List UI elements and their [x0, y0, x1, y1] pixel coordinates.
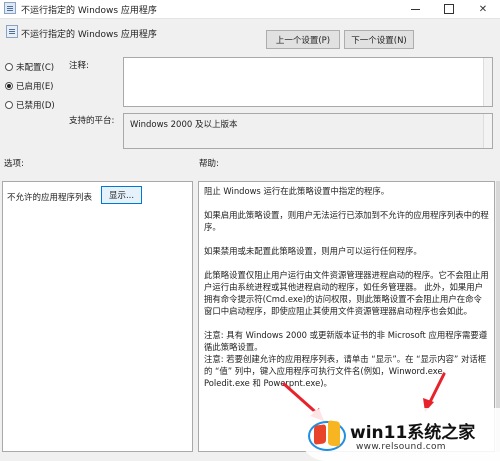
windows-logo-icon [308, 415, 346, 453]
help-paragraph: 如果禁用或未配置此策略设置，则用户可以运行任何程序。 [204, 246, 422, 256]
minimize-button[interactable] [398, 0, 432, 18]
show-button[interactable]: 显示... [101, 186, 142, 204]
policy-setting-icon [6, 25, 18, 38]
supported-platform-label: 支持的平台: [69, 116, 115, 126]
help-section-label: 帮助: [199, 159, 219, 169]
close-icon: ✕ [478, 3, 488, 15]
platform-text: Windows 2000 及以上版本 [130, 120, 238, 130]
site-watermark: win11系统之家 www.relsound.com [300, 408, 500, 461]
options-section-label: 选项: [4, 159, 24, 169]
help-paragraph: 阻止 Windows 运行在此策略设置中指定的程序。 [204, 186, 390, 196]
help-paragraph: 此策略设置仅阻止用户运行由文件资源管理器进程启动的程序。它不会阻止用户运行由系统… [204, 270, 489, 316]
radio-label: 已禁用(D) [16, 101, 55, 111]
radio-label: 未配置(C) [16, 63, 55, 73]
comment-label: 注释: [69, 61, 89, 71]
radio-circle [5, 101, 13, 109]
help-paragraph: 注意: 具有 Windows 2000 或更新版本证书的非 Microsoft … [204, 330, 488, 352]
comment-scrollbar[interactable] [483, 58, 492, 106]
window-title: 不运行指定的 Windows 应用程序 [21, 6, 157, 16]
watermark-url: www.relsound.com [356, 442, 446, 452]
minimize-icon [410, 8, 420, 10]
policy-name: 不运行指定的 Windows 应用程序 [21, 30, 157, 40]
policy-app-icon [4, 2, 16, 14]
maximize-icon [444, 4, 454, 14]
watermark-title: win11系统之家 [350, 423, 476, 443]
radio-disabled[interactable]: 已禁用(D) [5, 99, 55, 111]
platform-scrollbar[interactable] [483, 114, 492, 148]
supported-platform-value: Windows 2000 及以上版本 [123, 113, 493, 149]
radio-circle [5, 63, 13, 71]
comment-textarea[interactable] [123, 57, 493, 107]
options-panel: 不允许的应用程序列表 显示... [2, 181, 193, 452]
radio-not-configured[interactable]: 未配置(C) [5, 61, 54, 73]
maximize-button[interactable] [432, 0, 466, 18]
previous-setting-button[interactable]: 上一个设置(P) [266, 30, 340, 49]
disallowed-apps-label: 不允许的应用程序列表 [7, 193, 93, 203]
close-button[interactable]: ✕ [466, 0, 500, 18]
policy-header: 不运行指定的 Windows 应用程序 上一个设置(P) 下一个设置(N) [0, 18, 500, 52]
radio-label: 已启用(E) [16, 82, 54, 92]
window-titlebar: 不运行指定的 Windows 应用程序 ✕ [0, 0, 500, 19]
radio-enabled[interactable]: 已启用(E) [5, 80, 54, 92]
next-setting-button[interactable]: 下一个设置(N) [344, 30, 414, 49]
radio-circle-selected [5, 82, 13, 90]
help-paragraph: 如果启用此策略设置，则用户无法运行已添加到不允许的应用程序列表中的程序。 [204, 210, 489, 232]
